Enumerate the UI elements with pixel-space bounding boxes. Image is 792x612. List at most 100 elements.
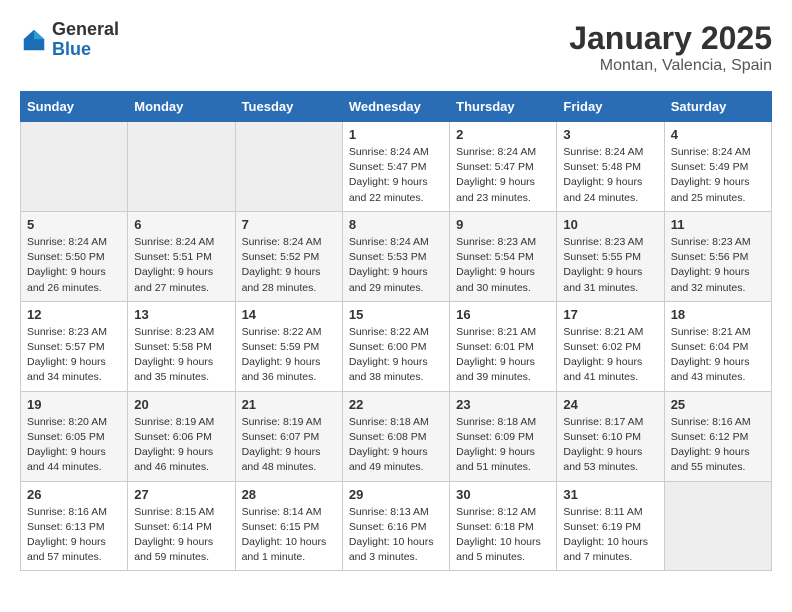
- day-info: Sunrise: 8:24 AM Sunset: 5:48 PM Dayligh…: [563, 145, 657, 206]
- day-info: Sunrise: 8:18 AM Sunset: 6:09 PM Dayligh…: [456, 415, 550, 476]
- day-cell: 28 Sunrise: 8:14 AM Sunset: 6:15 PM Dayli…: [235, 481, 342, 571]
- weekday-header-row: SundayMondayTuesdayWednesdayThursdayFrid…: [21, 92, 772, 122]
- day-info: Sunrise: 8:11 AM Sunset: 6:19 PM Dayligh…: [563, 505, 657, 566]
- day-cell: 5 Sunrise: 8:24 AM Sunset: 5:50 PM Daylig…: [21, 211, 128, 301]
- day-cell: 19 Sunrise: 8:20 AM Sunset: 6:05 PM Dayli…: [21, 391, 128, 481]
- weekday-header-thursday: Thursday: [450, 92, 557, 122]
- logo: General Blue: [20, 20, 119, 60]
- day-info: Sunrise: 8:24 AM Sunset: 5:51 PM Dayligh…: [134, 235, 228, 296]
- week-row-1: 5 Sunrise: 8:24 AM Sunset: 5:50 PM Daylig…: [21, 211, 772, 301]
- day-info: Sunrise: 8:21 AM Sunset: 6:01 PM Dayligh…: [456, 325, 550, 386]
- day-number: 23: [456, 397, 550, 412]
- day-cell: 16 Sunrise: 8:21 AM Sunset: 6:01 PM Dayli…: [450, 301, 557, 391]
- day-number: 3: [563, 127, 657, 142]
- day-cell: [21, 122, 128, 212]
- day-info: Sunrise: 8:23 AM Sunset: 5:54 PM Dayligh…: [456, 235, 550, 296]
- day-info: Sunrise: 8:22 AM Sunset: 5:59 PM Dayligh…: [242, 325, 336, 386]
- day-number: 6: [134, 217, 228, 232]
- day-info: Sunrise: 8:24 AM Sunset: 5:53 PM Dayligh…: [349, 235, 443, 296]
- day-number: 2: [456, 127, 550, 142]
- day-cell: 29 Sunrise: 8:13 AM Sunset: 6:16 PM Dayli…: [342, 481, 449, 571]
- day-info: Sunrise: 8:20 AM Sunset: 6:05 PM Dayligh…: [27, 415, 121, 476]
- day-cell: 11 Sunrise: 8:23 AM Sunset: 5:56 PM Dayli…: [664, 211, 771, 301]
- logo-blue: Blue: [52, 40, 119, 60]
- week-row-0: 1 Sunrise: 8:24 AM Sunset: 5:47 PM Daylig…: [21, 122, 772, 212]
- day-cell: 3 Sunrise: 8:24 AM Sunset: 5:48 PM Daylig…: [557, 122, 664, 212]
- day-cell: [664, 481, 771, 571]
- day-info: Sunrise: 8:21 AM Sunset: 6:04 PM Dayligh…: [671, 325, 765, 386]
- day-number: 10: [563, 217, 657, 232]
- weekday-header-wednesday: Wednesday: [342, 92, 449, 122]
- title-block: January 2025 Montan, Valencia, Spain: [569, 20, 772, 75]
- day-number: 4: [671, 127, 765, 142]
- day-info: Sunrise: 8:17 AM Sunset: 6:10 PM Dayligh…: [563, 415, 657, 476]
- day-number: 31: [563, 487, 657, 502]
- logo-text: General Blue: [52, 20, 119, 60]
- logo-general: General: [52, 20, 119, 40]
- day-info: Sunrise: 8:21 AM Sunset: 6:02 PM Dayligh…: [563, 325, 657, 386]
- day-number: 21: [242, 397, 336, 412]
- day-info: Sunrise: 8:13 AM Sunset: 6:16 PM Dayligh…: [349, 505, 443, 566]
- day-info: Sunrise: 8:16 AM Sunset: 6:13 PM Dayligh…: [27, 505, 121, 566]
- weekday-header-friday: Friday: [557, 92, 664, 122]
- day-number: 27: [134, 487, 228, 502]
- day-number: 7: [242, 217, 336, 232]
- day-info: Sunrise: 8:24 AM Sunset: 5:50 PM Dayligh…: [27, 235, 121, 296]
- calendar-title: January 2025: [569, 20, 772, 57]
- day-cell: 20Sunrise: 8:19 AM Sunset: 6:06 PM Dayli…: [128, 391, 235, 481]
- day-cell: 13Sunrise: 8:23 AM Sunset: 5:58 PM Dayli…: [128, 301, 235, 391]
- day-info: Sunrise: 8:15 AM Sunset: 6:14 PM Dayligh…: [134, 505, 228, 566]
- day-cell: 7Sunrise: 8:24 AM Sunset: 5:52 PM Daylig…: [235, 211, 342, 301]
- day-cell: 8 Sunrise: 8:24 AM Sunset: 5:53 PM Daylig…: [342, 211, 449, 301]
- week-row-2: 12Sunrise: 8:23 AM Sunset: 5:57 PM Dayli…: [21, 301, 772, 391]
- day-cell: 31 Sunrise: 8:11 AM Sunset: 6:19 PM Dayli…: [557, 481, 664, 571]
- day-cell: 6 Sunrise: 8:24 AM Sunset: 5:51 PM Daylig…: [128, 211, 235, 301]
- calendar-subtitle: Montan, Valencia, Spain: [569, 57, 772, 75]
- day-cell: 4 Sunrise: 8:24 AM Sunset: 5:49 PM Daylig…: [664, 122, 771, 212]
- day-cell: 12Sunrise: 8:23 AM Sunset: 5:57 PM Dayli…: [21, 301, 128, 391]
- logo-icon: [20, 26, 48, 54]
- day-number: 29: [349, 487, 443, 502]
- day-cell: 30Sunrise: 8:12 AM Sunset: 6:18 PM Dayli…: [450, 481, 557, 571]
- day-cell: 21Sunrise: 8:19 AM Sunset: 6:07 PM Dayli…: [235, 391, 342, 481]
- day-info: Sunrise: 8:14 AM Sunset: 6:15 PM Dayligh…: [242, 505, 336, 566]
- day-cell: 25Sunrise: 8:16 AM Sunset: 6:12 PM Dayli…: [664, 391, 771, 481]
- day-cell: 14 Sunrise: 8:22 AM Sunset: 5:59 PM Dayli…: [235, 301, 342, 391]
- day-cell: 22 Sunrise: 8:18 AM Sunset: 6:08 PM Dayli…: [342, 391, 449, 481]
- day-cell: 2 Sunrise: 8:24 AM Sunset: 5:47 PM Daylig…: [450, 122, 557, 212]
- day-info: Sunrise: 8:18 AM Sunset: 6:08 PM Dayligh…: [349, 415, 443, 476]
- day-cell: 17Sunrise: 8:21 AM Sunset: 6:02 PM Dayli…: [557, 301, 664, 391]
- day-info: Sunrise: 8:23 AM Sunset: 5:58 PM Dayligh…: [134, 325, 228, 386]
- day-cell: 18Sunrise: 8:21 AM Sunset: 6:04 PM Dayli…: [664, 301, 771, 391]
- weekday-header-monday: Monday: [128, 92, 235, 122]
- weekday-header-tuesday: Tuesday: [235, 92, 342, 122]
- day-number: 5: [27, 217, 121, 232]
- day-info: Sunrise: 8:22 AM Sunset: 6:00 PM Dayligh…: [349, 325, 443, 386]
- day-number: 28: [242, 487, 336, 502]
- day-number: 16: [456, 307, 550, 322]
- day-cell: 10Sunrise: 8:23 AM Sunset: 5:55 PM Dayli…: [557, 211, 664, 301]
- page-header: General Blue January 2025 Montan, Valenc…: [20, 20, 772, 75]
- weekday-header-sunday: Sunday: [21, 92, 128, 122]
- day-number: 22: [349, 397, 443, 412]
- day-cell: [235, 122, 342, 212]
- day-number: 19: [27, 397, 121, 412]
- day-number: 14: [242, 307, 336, 322]
- day-number: 8: [349, 217, 443, 232]
- day-number: 30: [456, 487, 550, 502]
- day-cell: 1Sunrise: 8:24 AM Sunset: 5:47 PM Daylig…: [342, 122, 449, 212]
- week-row-3: 19 Sunrise: 8:20 AM Sunset: 6:05 PM Dayli…: [21, 391, 772, 481]
- day-info: Sunrise: 8:24 AM Sunset: 5:47 PM Dayligh…: [456, 145, 550, 206]
- day-number: 1: [349, 127, 443, 142]
- day-cell: [128, 122, 235, 212]
- day-cell: 27 Sunrise: 8:15 AM Sunset: 6:14 PM Dayli…: [128, 481, 235, 571]
- day-info: Sunrise: 8:23 AM Sunset: 5:56 PM Dayligh…: [671, 235, 765, 296]
- day-info: Sunrise: 8:23 AM Sunset: 5:57 PM Dayligh…: [27, 325, 121, 386]
- day-info: Sunrise: 8:24 AM Sunset: 5:49 PM Dayligh…: [671, 145, 765, 206]
- week-row-4: 26Sunrise: 8:16 AM Sunset: 6:13 PM Dayli…: [21, 481, 772, 571]
- day-number: 25: [671, 397, 765, 412]
- day-number: 20: [134, 397, 228, 412]
- day-number: 11: [671, 217, 765, 232]
- day-number: 15: [349, 307, 443, 322]
- day-cell: 23 Sunrise: 8:18 AM Sunset: 6:09 PM Dayli…: [450, 391, 557, 481]
